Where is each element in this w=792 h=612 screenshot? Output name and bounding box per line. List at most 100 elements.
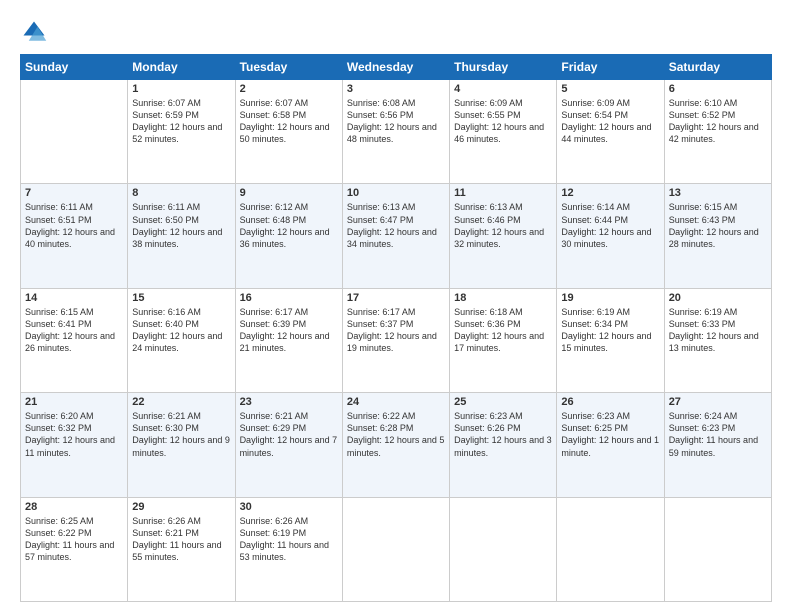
day-number: 28 (25, 501, 123, 513)
calendar-cell: 3 Sunrise: 6:08 AMSunset: 6:56 PMDaylight… (342, 80, 449, 184)
cell-info: Sunrise: 6:10 AMSunset: 6:52 PMDaylight:… (669, 97, 767, 146)
cell-info: Sunrise: 6:14 AMSunset: 6:44 PMDaylight:… (561, 201, 659, 250)
day-number: 11 (454, 187, 552, 199)
day-number: 12 (561, 187, 659, 199)
cell-info: Sunrise: 6:07 AMSunset: 6:59 PMDaylight:… (132, 97, 230, 146)
calendar-cell: 29Sunrise: 6:26 AMSunset: 6:21 PMDayligh… (128, 497, 235, 601)
cell-info: Sunrise: 6:15 AMSunset: 6:43 PMDaylight:… (669, 201, 767, 250)
cell-info: Sunrise: 6:19 AMSunset: 6:34 PMDaylight:… (561, 306, 659, 355)
calendar-cell: 10 Sunrise: 6:13 AMSunset: 6:47 PMDayligh… (342, 184, 449, 288)
cell-info: Sunrise: 6:17 AMSunset: 6:39 PMDaylight:… (240, 306, 338, 355)
calendar-cell: 7 Sunrise: 6:11 AMSunset: 6:51 PMDaylight… (21, 184, 128, 288)
calendar-week-3: 14 Sunrise: 6:15 AMSunset: 6:41 PMDayligh… (21, 288, 772, 392)
cell-info: Sunrise: 6:16 AMSunset: 6:40 PMDaylight:… (132, 306, 230, 355)
calendar-cell: 17 Sunrise: 6:17 AMSunset: 6:37 PMDayligh… (342, 288, 449, 392)
page: SundayMondayTuesdayWednesdayThursdayFrid… (0, 0, 792, 612)
day-number: 5 (561, 83, 659, 95)
cell-info: Sunrise: 6:07 AMSunset: 6:58 PMDaylight:… (240, 97, 338, 146)
cell-info: Sunrise: 6:23 AMSunset: 6:25 PMDaylight:… (561, 410, 659, 459)
day-header-monday: Monday (128, 55, 235, 80)
day-number: 30 (240, 501, 338, 513)
day-header-thursday: Thursday (450, 55, 557, 80)
day-number: 8 (132, 187, 230, 199)
day-number: 29 (132, 501, 230, 513)
day-header-friday: Friday (557, 55, 664, 80)
calendar-cell: 1 Sunrise: 6:07 AMSunset: 6:59 PMDaylight… (128, 80, 235, 184)
calendar-cell: 8 Sunrise: 6:11 AMSunset: 6:50 PMDaylight… (128, 184, 235, 288)
day-number: 6 (669, 83, 767, 95)
cell-info: Sunrise: 6:12 AMSunset: 6:48 PMDaylight:… (240, 201, 338, 250)
cell-info: Sunrise: 6:09 AMSunset: 6:55 PMDaylight:… (454, 97, 552, 146)
calendar-cell: 11 Sunrise: 6:13 AMSunset: 6:46 PMDayligh… (450, 184, 557, 288)
calendar-cell: 2 Sunrise: 6:07 AMSunset: 6:58 PMDaylight… (235, 80, 342, 184)
cell-info: Sunrise: 6:11 AMSunset: 6:50 PMDaylight:… (132, 201, 230, 250)
cell-info: Sunrise: 6:18 AMSunset: 6:36 PMDaylight:… (454, 306, 552, 355)
cell-info: Sunrise: 6:15 AMSunset: 6:41 PMDaylight:… (25, 306, 123, 355)
calendar-cell: 12 Sunrise: 6:14 AMSunset: 6:44 PMDayligh… (557, 184, 664, 288)
day-number: 23 (240, 396, 338, 408)
cell-info: Sunrise: 6:11 AMSunset: 6:51 PMDaylight:… (25, 201, 123, 250)
day-number: 26 (561, 396, 659, 408)
cell-info: Sunrise: 6:08 AMSunset: 6:56 PMDaylight:… (347, 97, 445, 146)
cell-info: Sunrise: 6:26 AMSunset: 6:19 PMDaylight:… (240, 515, 338, 564)
calendar-cell: 16 Sunrise: 6:17 AMSunset: 6:39 PMDayligh… (235, 288, 342, 392)
calendar-cell: 13 Sunrise: 6:15 AMSunset: 6:43 PMDayligh… (664, 184, 771, 288)
calendar-cell: 30 Sunrise: 6:26 AMSunset: 6:19 PMDayligh… (235, 497, 342, 601)
calendar-cell (664, 497, 771, 601)
calendar-cell: 24 Sunrise: 6:22 AMSunset: 6:28 PMDayligh… (342, 393, 449, 497)
day-number: 18 (454, 292, 552, 304)
day-number: 14 (25, 292, 123, 304)
calendar-cell: 18 Sunrise: 6:18 AMSunset: 6:36 PMDayligh… (450, 288, 557, 392)
day-number: 27 (669, 396, 767, 408)
calendar-cell: 5 Sunrise: 6:09 AMSunset: 6:54 PMDaylight… (557, 80, 664, 184)
day-number: 10 (347, 187, 445, 199)
day-header-tuesday: Tuesday (235, 55, 342, 80)
calendar-week-1: 1 Sunrise: 6:07 AMSunset: 6:59 PMDaylight… (21, 80, 772, 184)
day-number: 19 (561, 292, 659, 304)
calendar-table: SundayMondayTuesdayWednesdayThursdayFrid… (20, 54, 772, 602)
cell-info: Sunrise: 6:19 AMSunset: 6:33 PMDaylight:… (669, 306, 767, 355)
calendar-week-5: 28 Sunrise: 6:25 AMSunset: 6:22 PMDayligh… (21, 497, 772, 601)
day-number: 20 (669, 292, 767, 304)
logo (20, 18, 52, 46)
day-number: 24 (347, 396, 445, 408)
day-number: 22 (132, 396, 230, 408)
day-number: 2 (240, 83, 338, 95)
calendar-cell: 6 Sunrise: 6:10 AMSunset: 6:52 PMDaylight… (664, 80, 771, 184)
cell-info: Sunrise: 6:20 AMSunset: 6:32 PMDaylight:… (25, 410, 123, 459)
cell-info: Sunrise: 6:21 AMSunset: 6:29 PMDaylight:… (240, 410, 338, 459)
cell-info: Sunrise: 6:17 AMSunset: 6:37 PMDaylight:… (347, 306, 445, 355)
day-number: 3 (347, 83, 445, 95)
calendar-cell: 9 Sunrise: 6:12 AMSunset: 6:48 PMDaylight… (235, 184, 342, 288)
day-number: 1 (132, 83, 230, 95)
day-number: 13 (669, 187, 767, 199)
calendar-cell: 28 Sunrise: 6:25 AMSunset: 6:22 PMDayligh… (21, 497, 128, 601)
calendar-cell (450, 497, 557, 601)
calendar-cell: 27Sunrise: 6:24 AMSunset: 6:23 PMDayligh… (664, 393, 771, 497)
cell-info: Sunrise: 6:09 AMSunset: 6:54 PMDaylight:… (561, 97, 659, 146)
calendar-cell: 23 Sunrise: 6:21 AMSunset: 6:29 PMDayligh… (235, 393, 342, 497)
day-number: 17 (347, 292, 445, 304)
cell-info: Sunrise: 6:25 AMSunset: 6:22 PMDaylight:… (25, 515, 123, 564)
day-header-wednesday: Wednesday (342, 55, 449, 80)
calendar-cell: 19 Sunrise: 6:19 AMSunset: 6:34 PMDayligh… (557, 288, 664, 392)
calendar-cell: 22Sunrise: 6:21 AMSunset: 6:30 PMDayligh… (128, 393, 235, 497)
calendar-cell: 21Sunrise: 6:20 AMSunset: 6:32 PMDayligh… (21, 393, 128, 497)
day-number: 9 (240, 187, 338, 199)
day-number: 4 (454, 83, 552, 95)
calendar-cell (557, 497, 664, 601)
cell-info: Sunrise: 6:22 AMSunset: 6:28 PMDaylight:… (347, 410, 445, 459)
cell-info: Sunrise: 6:13 AMSunset: 6:46 PMDaylight:… (454, 201, 552, 250)
cell-info: Sunrise: 6:13 AMSunset: 6:47 PMDaylight:… (347, 201, 445, 250)
calendar-cell: 4 Sunrise: 6:09 AMSunset: 6:55 PMDaylight… (450, 80, 557, 184)
calendar-header-row: SundayMondayTuesdayWednesdayThursdayFrid… (21, 55, 772, 80)
day-number: 16 (240, 292, 338, 304)
calendar-cell: 20 Sunrise: 6:19 AMSunset: 6:33 PMDayligh… (664, 288, 771, 392)
calendar-cell: 14 Sunrise: 6:15 AMSunset: 6:41 PMDayligh… (21, 288, 128, 392)
calendar-cell: 25Sunrise: 6:23 AMSunset: 6:26 PMDayligh… (450, 393, 557, 497)
cell-info: Sunrise: 6:23 AMSunset: 6:26 PMDaylight:… (454, 410, 552, 459)
day-header-saturday: Saturday (664, 55, 771, 80)
header (20, 18, 772, 46)
calendar-cell: 15Sunrise: 6:16 AMSunset: 6:40 PMDayligh… (128, 288, 235, 392)
day-number: 7 (25, 187, 123, 199)
